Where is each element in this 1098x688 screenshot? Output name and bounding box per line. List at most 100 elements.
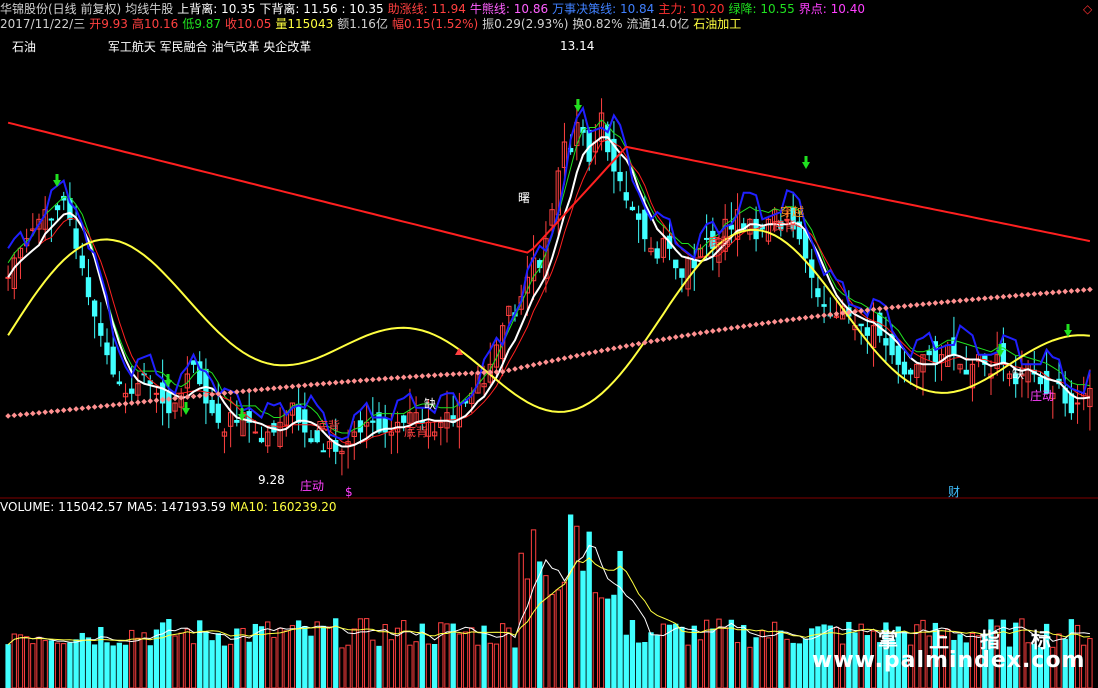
price-chart[interactable]: 13.149.28底背 底背底背底背穿越庄动庄动曙缺缺财$	[0, 0, 1098, 688]
pink-dot	[573, 352, 580, 359]
candle-body	[895, 345, 901, 365]
pink-dot	[635, 340, 642, 347]
candle-body	[654, 248, 660, 259]
pink-dot	[870, 306, 877, 313]
candle-body	[79, 255, 85, 269]
candle-body	[73, 228, 79, 249]
candle-body	[54, 205, 61, 211]
indicator-value-8: 绿降: 10.55	[728, 2, 795, 16]
pink-dot	[1062, 288, 1069, 295]
volume-bar	[660, 623, 667, 688]
pink-dot	[1031, 291, 1038, 297]
pink-dot	[561, 355, 568, 362]
pink-dot	[586, 350, 593, 356]
down-arrow-stem	[998, 344, 1002, 350]
signal-label: 穿越	[780, 204, 804, 219]
pink-dot	[592, 349, 599, 355]
quote-value-3: 低9.87	[182, 17, 222, 31]
volume-bar	[469, 627, 475, 688]
volume-bar	[648, 632, 654, 688]
candle-body	[926, 350, 932, 356]
pink-dot	[988, 294, 994, 301]
candle-body	[5, 276, 11, 279]
pink-dot	[815, 313, 821, 319]
down-arrow-stem	[576, 99, 580, 105]
candle-body	[209, 399, 215, 414]
pink-dot	[648, 338, 654, 345]
low-price-label: 9.28	[258, 473, 285, 487]
pink-dot	[679, 333, 685, 339]
volume-bar	[512, 647, 518, 688]
pink-dot	[376, 376, 382, 382]
pink-dot	[938, 299, 945, 306]
pink-dot	[703, 329, 710, 335]
volume-bar	[617, 550, 623, 688]
volume-value-0: VOLUME: 115042.57	[0, 500, 123, 514]
candle-body	[308, 438, 314, 443]
pink-dot	[784, 317, 790, 323]
concept-header: 石油 军工航天 军民融合 油气改革 央企改革	[0, 40, 315, 55]
pink-dot	[728, 325, 735, 331]
indicator-value-7: 主力: 10.20	[658, 2, 725, 16]
pink-dot	[512, 366, 518, 372]
candle-body	[691, 259, 697, 269]
volume-bar	[135, 637, 141, 688]
pink-dot	[926, 300, 933, 307]
volume-bar	[283, 630, 289, 688]
volume-bar	[394, 627, 401, 688]
pink-dot	[246, 387, 253, 394]
volume-bar	[524, 578, 531, 688]
candle-body	[48, 218, 55, 221]
volume-bar	[506, 627, 512, 688]
pink-dot	[5, 413, 11, 419]
quote-value-6: 额1.16亿	[337, 17, 388, 31]
volume-bar	[413, 641, 419, 688]
volume-bar	[629, 620, 636, 688]
volume-bar	[753, 637, 759, 688]
candle-body	[858, 323, 864, 327]
pink-dot	[716, 327, 722, 333]
volume-bar	[567, 514, 574, 688]
volume-bar	[23, 636, 30, 688]
watermark-url: www.palmindex.com	[812, 648, 1086, 673]
candle-body	[815, 288, 821, 298]
candle-body	[963, 369, 969, 375]
candle-body	[864, 327, 871, 336]
candle-body	[821, 304, 827, 307]
pink-dot	[567, 354, 574, 360]
candle-body	[1037, 376, 1044, 385]
pink-dot	[981, 295, 988, 302]
volume-bar	[172, 635, 178, 688]
pink-dot	[1025, 291, 1031, 298]
volume-bar	[85, 637, 92, 688]
volume-bar	[530, 529, 537, 688]
pink-dot	[536, 360, 543, 367]
candle-body	[129, 388, 135, 394]
volume-bar	[295, 620, 302, 688]
down-arrow-stem	[804, 156, 808, 162]
pink-dot	[258, 386, 265, 393]
quote-value-9: 换0.82%	[572, 17, 623, 31]
pink-dot	[339, 379, 345, 385]
pink-dot	[60, 407, 67, 414]
volume-bar	[209, 640, 215, 688]
pink-dot	[240, 388, 246, 395]
volume-bar	[11, 633, 17, 688]
signal-label: 庄动	[1030, 388, 1054, 403]
candle-body	[617, 171, 623, 182]
volume-bar	[61, 643, 67, 688]
pink-dot	[425, 372, 432, 379]
pink-dot	[419, 373, 426, 379]
pink-dot	[29, 410, 36, 417]
down-arrow-icon	[802, 162, 810, 169]
volume-bar	[302, 625, 308, 688]
candle-body	[629, 206, 636, 211]
down-arrow-icon	[182, 408, 190, 415]
candle-body	[642, 209, 648, 240]
quote-value-10: 流通14.0亿	[626, 17, 690, 31]
pink-dot	[518, 364, 525, 371]
pink-dot	[400, 374, 407, 381]
pink-dot	[122, 400, 129, 407]
quote-value-0: 2017/11/22/三	[0, 17, 86, 31]
volume-bar	[722, 627, 728, 688]
